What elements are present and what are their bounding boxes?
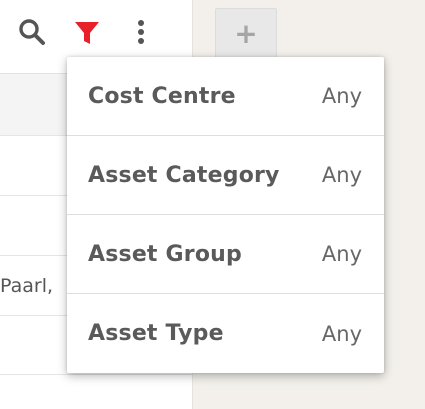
filter-item-value: Any (321, 163, 362, 187)
filter-item-value: Any (321, 84, 362, 108)
add-button[interactable]: + (215, 8, 277, 60)
search-icon[interactable] (17, 17, 47, 47)
filter-item-asset-category[interactable]: Asset Category Any (67, 136, 384, 215)
filter-item-asset-type[interactable]: Asset Type Any (67, 294, 384, 373)
filter-item-label: Cost Centre (88, 83, 236, 109)
more-vertical-icon[interactable] (126, 17, 156, 47)
filter-item-label: Asset Category (88, 162, 280, 188)
list-item-text: Paarl, (0, 274, 54, 297)
filter-item-asset-group[interactable]: Asset Group Any (67, 215, 384, 294)
filter-item-label: Asset Type (88, 321, 224, 346)
filter-item-value: Any (321, 242, 362, 266)
filter-icon[interactable] (72, 17, 102, 47)
filter-menu: Cost Centre Any Asset Category Any Asset… (67, 57, 384, 373)
plus-icon: + (234, 17, 258, 50)
filter-item-cost-centre[interactable]: Cost Centre Any (67, 57, 384, 136)
filter-item-label: Asset Group (88, 241, 242, 267)
filter-item-value: Any (321, 321, 362, 346)
